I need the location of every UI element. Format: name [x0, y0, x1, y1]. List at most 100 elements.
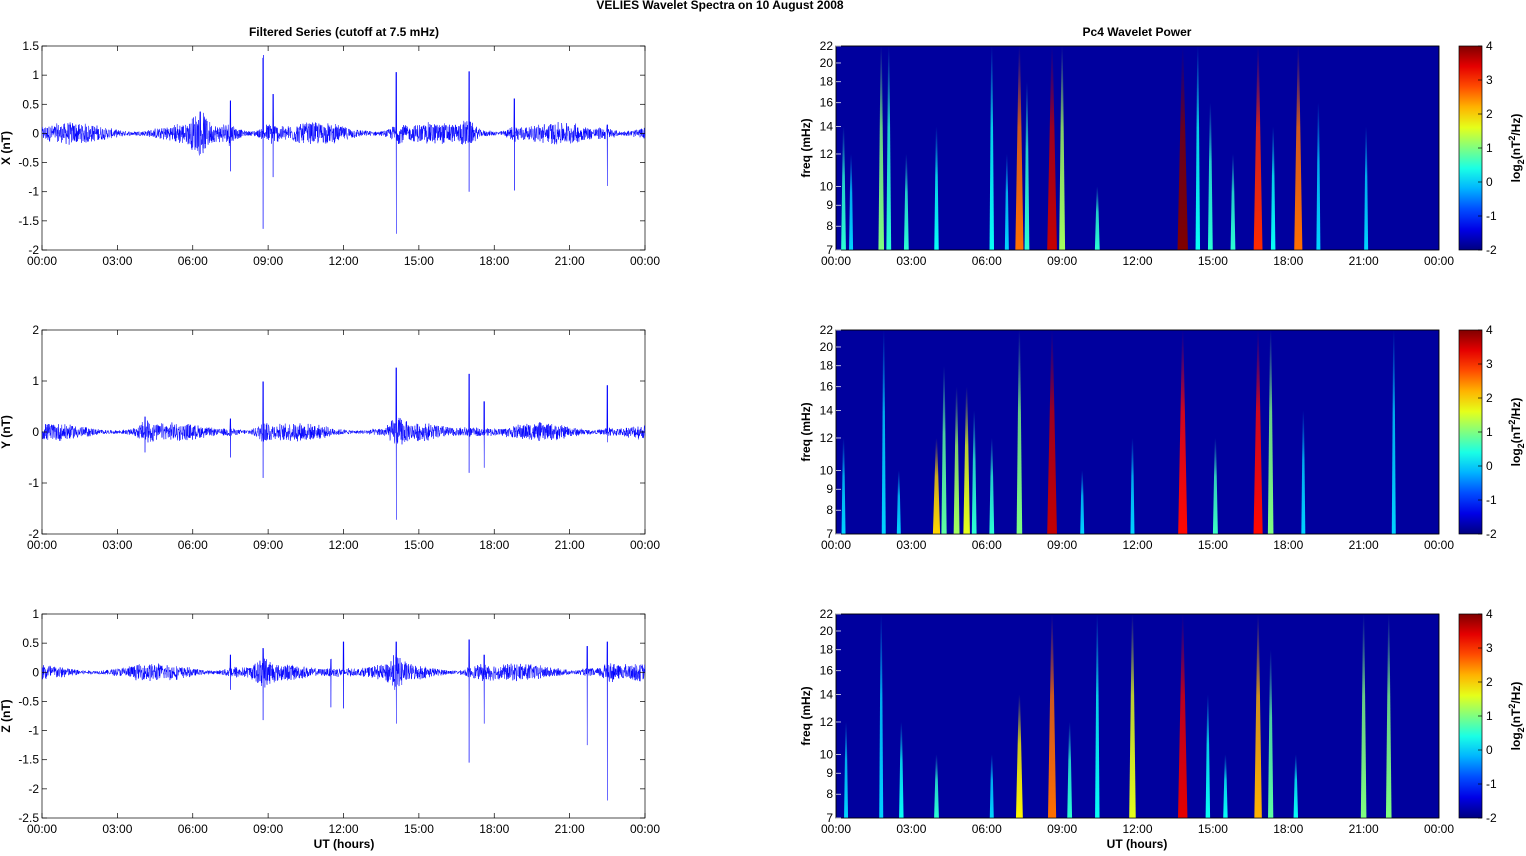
x-tick-label: 18:00: [479, 822, 509, 836]
x-tick-label: 03:00: [102, 538, 132, 552]
x-tick-label: 06:00: [972, 538, 1002, 552]
x-tick-label: 00:00: [1424, 538, 1454, 552]
freq-tick-label: 8: [826, 219, 833, 233]
x-tick-label: 18:00: [479, 254, 509, 268]
colorbar-tick-label: 0: [1486, 743, 1493, 757]
colorbar-tick-label: -2: [1486, 811, 1497, 825]
y-tick-label: 0.5: [22, 636, 39, 650]
freq-tick-label: 12: [820, 715, 834, 729]
freq-tick-label: 10: [820, 463, 834, 477]
colorbar-tick-label: 4: [1486, 39, 1493, 53]
x-tick-label: 00:00: [630, 822, 660, 836]
freq-tick-label: 16: [820, 96, 834, 110]
colorbar-tick-label: 4: [1486, 607, 1493, 621]
freq-tick-label: 20: [820, 56, 834, 70]
freq-tick-label: 20: [820, 624, 834, 638]
colorbar-tick-label: 2: [1486, 675, 1493, 689]
x-tick-label: 15:00: [404, 822, 434, 836]
x-tick-label: 12:00: [1122, 254, 1152, 268]
colorbar-tick-label: 0: [1486, 175, 1493, 189]
colorbar-tick-label: 4: [1486, 323, 1493, 337]
x-tick-label: 21:00: [1349, 254, 1379, 268]
x-axis-label-right: UT (hours): [1107, 837, 1168, 851]
y-tick-label: 2: [32, 323, 39, 337]
colorbar-tick-label: -1: [1486, 493, 1497, 507]
x-tick-label: 09:00: [253, 822, 283, 836]
x-tick-label: 00:00: [630, 538, 660, 552]
x-tick-label: 18:00: [1273, 538, 1303, 552]
colorbar-tick-label: 2: [1486, 107, 1493, 121]
wavelet-background: [835, 613, 1440, 819]
x-tick-label: 21:00: [1349, 822, 1379, 836]
freq-tick-label: 18: [820, 643, 834, 657]
x-tick-label: 00:00: [1424, 822, 1454, 836]
freq-tick-label: 16: [820, 664, 834, 678]
freq-axis-label: freq (mHz): [799, 118, 813, 177]
x-tick-label: 12:00: [1122, 538, 1152, 552]
x-tick-label: 12:00: [1122, 822, 1152, 836]
x-tick-label: 18:00: [1273, 822, 1303, 836]
colorbar-tick-label: 2: [1486, 391, 1493, 405]
x-tick-label: 09:00: [1047, 822, 1077, 836]
colorbar-label: log2(nT2/Hz): [1507, 114, 1526, 183]
colorbar-tick-label: 1: [1486, 141, 1493, 155]
y-tick-label: 0: [32, 665, 39, 679]
x-tick-label: 09:00: [253, 538, 283, 552]
y-tick-label: -1: [28, 476, 39, 490]
x-tick-label: 21:00: [555, 254, 585, 268]
y-tick-label: -1: [28, 185, 39, 199]
freq-tick-label: 12: [820, 431, 834, 445]
freq-tick-label: 22: [820, 39, 834, 53]
y-tick-label: 0: [32, 425, 39, 439]
freq-tick-label: 22: [820, 607, 834, 621]
colorbar-label: log2(nT2/Hz): [1507, 682, 1526, 751]
colorbar-tick-label: 1: [1486, 709, 1493, 723]
x-tick-label: 09:00: [1047, 538, 1077, 552]
x-tick-label: 15:00: [1198, 538, 1228, 552]
y-tick-label: -1.5: [18, 753, 39, 767]
colorbar-tick-label: 3: [1486, 73, 1493, 87]
x-tick-label: 21:00: [555, 538, 585, 552]
y-tick-label: -0.5: [18, 156, 39, 170]
figure-title: VELIES Wavelet Spectra on 10 August 2008: [596, 0, 844, 12]
freq-tick-label: 18: [820, 75, 834, 89]
freq-tick-label: 14: [820, 120, 834, 134]
x-axis-label-left: UT (hours): [314, 837, 375, 851]
colorbar: 4 3 2 1 0 -1 -2 log2(nT2/Hz): [1458, 39, 1526, 257]
y-tick-label: 1: [32, 68, 39, 82]
y-tick-label: 1: [32, 374, 39, 388]
freq-tick-label: 9: [826, 766, 833, 780]
x-tick-label: 03:00: [896, 822, 926, 836]
x-tick-label: 15:00: [1198, 254, 1228, 268]
y-tick-label: -1: [28, 724, 39, 738]
freq-tick-label: 20: [820, 340, 834, 354]
y-axis-label: X (nT): [0, 131, 13, 165]
x-tick-label: 00:00: [630, 254, 660, 268]
freq-tick-label: 18: [820, 359, 834, 373]
colorbar-tick-label: -2: [1486, 527, 1497, 541]
x-tick-label: 15:00: [404, 538, 434, 552]
right-column-title: Pc4 Wavelet Power: [1083, 25, 1192, 39]
freq-axis-label: freq (mHz): [799, 686, 813, 745]
wavelet-background: [835, 45, 1440, 251]
time-series-panel-x: 1.510.50-0.5-1-1.5-2X (nT): [0, 39, 646, 257]
y-tick-label: 0: [32, 126, 39, 140]
freq-tick-label: 10: [820, 179, 834, 193]
freq-tick-label: 8: [826, 787, 833, 801]
x-tick-label: 18:00: [479, 538, 509, 552]
y-tick-label: 0.5: [22, 97, 39, 111]
time-series-panel-y: 210-1-2Y (nT): [0, 323, 646, 541]
x-tick-label: 06:00: [972, 822, 1002, 836]
x-tick-label: 06:00: [178, 254, 208, 268]
x-tick-label: 21:00: [555, 822, 585, 836]
x-tick-label: 00:00: [27, 538, 57, 552]
x-tick-label: 09:00: [1047, 254, 1077, 268]
y-tick-label: 1.5: [22, 39, 39, 53]
y-tick-label: -1.5: [18, 214, 39, 228]
colorbar-tick-label: 0: [1486, 459, 1493, 473]
x-tick-label: 06:00: [178, 538, 208, 552]
colorbar-tick-label: 3: [1486, 357, 1493, 371]
time-series-panel-z: 10.50-0.5-1-1.5-2-2.5Z (nT): [0, 607, 646, 825]
wavelet-background: [835, 329, 1440, 535]
x-tick-label: 03:00: [102, 254, 132, 268]
